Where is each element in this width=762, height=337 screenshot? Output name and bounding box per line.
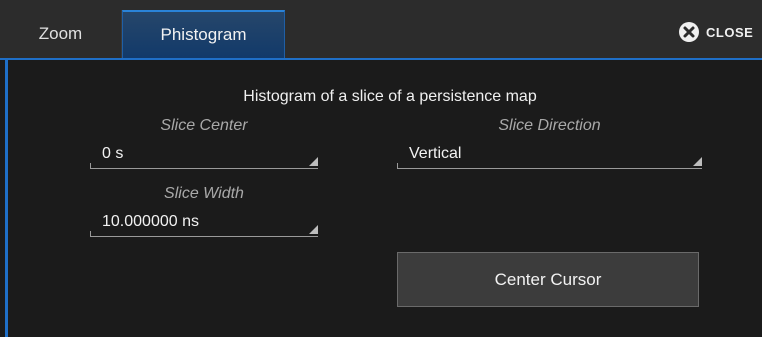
- slice-width-tick: [90, 231, 91, 237]
- close-label: CLOSE: [706, 24, 754, 40]
- dropdown-arrow-icon: [309, 225, 318, 234]
- slice-center-label: Slice Center: [160, 117, 248, 134]
- slice-center-tick: [90, 163, 91, 169]
- dropdown-arrow-icon: [693, 157, 702, 166]
- slice-direction-tick: [397, 163, 398, 169]
- slice-direction-label: Slice Direction: [498, 117, 601, 134]
- dropdown-arrow-icon: [309, 157, 318, 166]
- tab-zoom[interactable]: Zoom: [0, 10, 122, 58]
- slice-width-underline: [90, 236, 318, 237]
- center-cursor-label: Center Cursor: [494, 269, 602, 289]
- slice-direction-value: Vertical: [409, 145, 462, 162]
- slice-center-field[interactable]: 0 s: [90, 143, 318, 169]
- center-cursor-button[interactable]: Center Cursor: [397, 252, 699, 307]
- tab-phistogram-label: Phistogram: [160, 25, 247, 44]
- slice-direction-select[interactable]: Vertical: [397, 143, 702, 169]
- close-icon: [679, 22, 699, 42]
- slice-width-value: 10.000000 ns: [102, 213, 199, 230]
- tab-phistogram[interactable]: Phistogram: [122, 10, 285, 58]
- tab-bar: Zoom Phistogram CLOSE: [0, 0, 762, 58]
- close-button[interactable]: CLOSE: [678, 20, 753, 44]
- slice-center-underline: [90, 168, 318, 169]
- slice-width-label: Slice Width: [164, 185, 244, 202]
- slice-center-value: 0 s: [102, 145, 124, 162]
- panel-title: Histogram of a slice of a persistence ma…: [243, 88, 537, 105]
- slice-width-field[interactable]: 10.000000 ns: [90, 211, 318, 237]
- slice-direction-underline: [397, 168, 702, 169]
- tab-zoom-label: Zoom: [38, 24, 83, 43]
